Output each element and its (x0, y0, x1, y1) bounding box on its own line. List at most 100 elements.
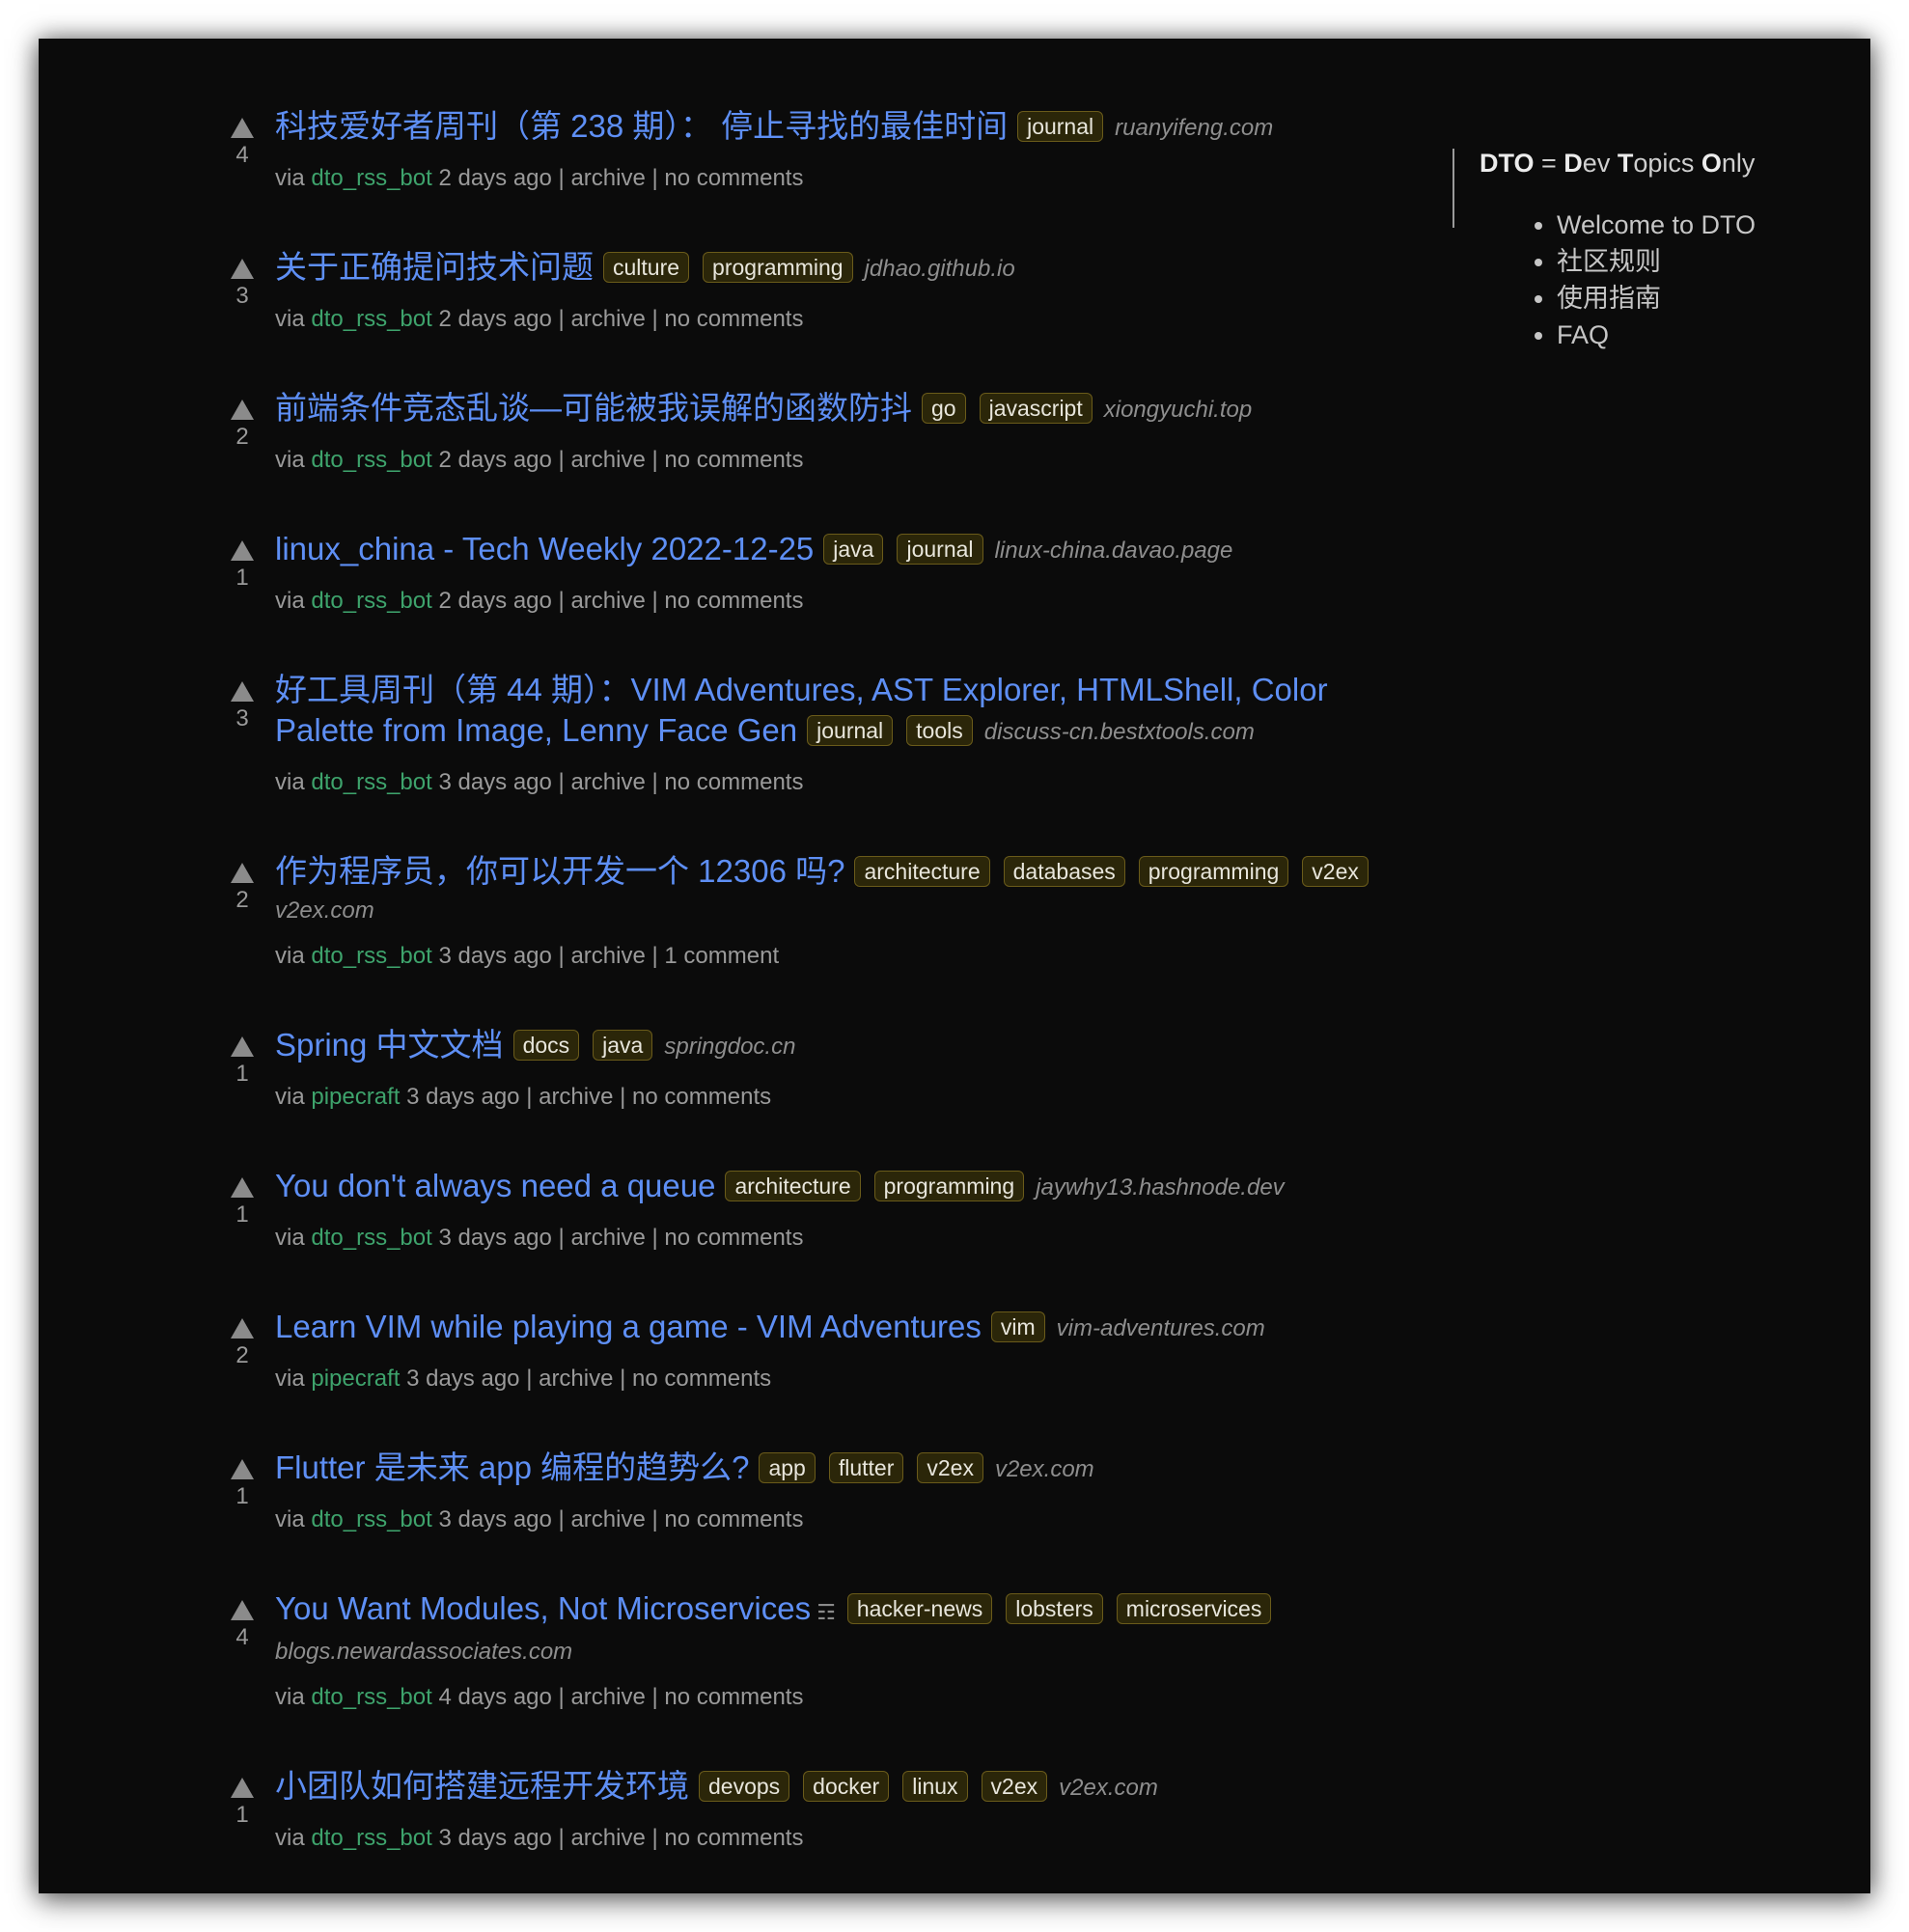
story-title-link[interactable]: 作为程序员，你可以开发一个 12306 吗? (275, 853, 844, 889)
story-tag[interactable]: docker (803, 1771, 890, 1802)
upvote-arrow-icon[interactable] (231, 118, 254, 138)
story-tag[interactable]: javascript (979, 393, 1093, 424)
story-domain[interactable]: v2ex.com (1059, 1775, 1158, 1801)
story-submitter-link[interactable]: pipecraft (311, 1366, 400, 1392)
story-domain[interactable]: linux-china.davao.page (995, 538, 1233, 564)
story-tag[interactable]: v2ex (917, 1452, 983, 1483)
story-domain[interactable]: discuss-cn.bestxtools.com (984, 719, 1255, 745)
story-tag[interactable]: app (759, 1452, 816, 1483)
comments-link[interactable]: no comments (664, 1684, 803, 1710)
story-domain[interactable]: ruanyifeng.com (1115, 115, 1273, 141)
story-tag[interactable]: culture (603, 252, 690, 283)
archive-link[interactable]: archive (570, 1506, 645, 1532)
story-domain[interactable]: vim-adventures.com (1057, 1315, 1265, 1341)
comments-link[interactable]: no comments (664, 1506, 803, 1532)
story-tag[interactable]: journal (807, 715, 894, 746)
story-submitter-link[interactable]: dto_rss_bot (311, 1225, 431, 1251)
upvote-arrow-icon[interactable] (231, 540, 254, 561)
story-tag[interactable]: microservices (1116, 1593, 1272, 1624)
story-submitter-link[interactable]: pipecraft (311, 1084, 400, 1110)
story-submitter-link[interactable]: dto_rss_bot (311, 1506, 431, 1532)
story-submitter-link[interactable]: dto_rss_bot (311, 769, 431, 795)
story-title-link[interactable]: 小团队如何搭建远程开发环境 (275, 1768, 689, 1804)
archive-link[interactable]: archive (570, 943, 645, 969)
story-tag[interactable]: go (922, 393, 966, 424)
story-domain[interactable]: v2ex.com (275, 896, 1425, 926)
sidebar-link-welcome[interactable]: Welcome to DTO (1557, 207, 1858, 243)
story-title-link[interactable]: 关于正确提问技术问题 (275, 249, 594, 285)
comments-link[interactable]: no comments (664, 306, 803, 332)
story-domain[interactable]: jaywhy13.hashnode.dev (1036, 1174, 1285, 1201)
upvote-arrow-icon[interactable] (231, 1318, 254, 1339)
archive-link[interactable]: archive (570, 447, 645, 473)
archive-link[interactable]: archive (570, 588, 645, 614)
upvote-arrow-icon[interactable] (231, 1778, 254, 1798)
sidebar-link-guide[interactable]: 使用指南 (1557, 280, 1858, 317)
story-title-link[interactable]: 科技爱好者周刊（第 238 期）： 停止寻找的最佳时间 (275, 108, 1008, 144)
archive-link[interactable]: archive (570, 306, 645, 332)
story-tag[interactable]: vim (990, 1311, 1045, 1342)
comments-link[interactable]: no comments (664, 588, 803, 614)
archive-link[interactable]: archive (570, 769, 645, 795)
archive-link[interactable]: archive (570, 165, 645, 191)
story-tag[interactable]: devops (699, 1771, 790, 1802)
story-submitter-link[interactable]: dto_rss_bot (311, 165, 431, 191)
story-tag[interactable]: databases (1003, 856, 1125, 887)
story-tag[interactable]: programming (1138, 856, 1289, 887)
story-submitter-link[interactable]: dto_rss_bot (311, 306, 431, 332)
comments-link[interactable]: 1 comment (664, 943, 779, 969)
story-tag[interactable]: hacker-news (846, 1593, 993, 1624)
comments-link[interactable]: no comments (664, 769, 803, 795)
story-submitter-link[interactable]: dto_rss_bot (311, 1684, 431, 1710)
story-title-link[interactable]: You Want Modules, Not Microservices (275, 1590, 811, 1626)
comments-link[interactable]: no comments (664, 1825, 803, 1851)
upvote-arrow-icon[interactable] (231, 1600, 254, 1620)
story-domain[interactable]: v2ex.com (995, 1456, 1094, 1482)
story-tag[interactable]: programming (703, 252, 853, 283)
upvote-arrow-icon[interactable] (231, 400, 254, 420)
upvote-arrow-icon[interactable] (231, 863, 254, 883)
story-domain[interactable]: springdoc.cn (664, 1034, 795, 1060)
story-title-link[interactable]: You don't always need a queue (275, 1168, 715, 1203)
archive-link[interactable]: archive (539, 1084, 613, 1110)
upvote-arrow-icon[interactable] (231, 1036, 254, 1057)
story-tag[interactable]: journal (1017, 111, 1104, 142)
story-title-link[interactable]: Learn VIM while playing a game - VIM Adv… (275, 1309, 982, 1344)
story-submitter-link[interactable]: dto_rss_bot (311, 447, 431, 473)
story-title-link[interactable]: Flutter 是未来 app 编程的趋势么? (275, 1449, 749, 1485)
archive-link[interactable]: archive (570, 1225, 645, 1251)
archive-link[interactable]: archive (570, 1684, 645, 1710)
story-tag[interactable]: docs (512, 1030, 580, 1061)
story-title-link[interactable]: Spring 中文文档 (275, 1027, 504, 1063)
comments-link[interactable]: no comments (664, 165, 803, 191)
story-tag[interactable]: flutter (828, 1452, 904, 1483)
story-tag[interactable]: architecture (854, 856, 990, 887)
story-tag[interactable]: tools (906, 715, 973, 746)
story-tag[interactable]: java (823, 534, 884, 565)
sidebar-link-rules[interactable]: 社区规则 (1557, 243, 1858, 280)
story-title-link[interactable]: linux_china - Tech Weekly 2022-12-25 (275, 531, 814, 566)
archive-link[interactable]: archive (539, 1366, 613, 1392)
comments-link[interactable]: no comments (664, 1225, 803, 1251)
story-tag[interactable]: lobsters (1006, 1593, 1103, 1624)
story-tag[interactable]: v2ex (1302, 856, 1369, 887)
story-tag[interactable]: v2ex (981, 1771, 1048, 1802)
story-tag[interactable]: java (593, 1030, 653, 1061)
comments-link[interactable]: no comments (664, 447, 803, 473)
story-domain[interactable]: xiongyuchi.top (1104, 397, 1252, 423)
story-submitter-link[interactable]: dto_rss_bot (311, 1825, 431, 1851)
story-submitter-link[interactable]: dto_rss_bot (311, 588, 431, 614)
upvote-arrow-icon[interactable] (231, 1177, 254, 1198)
comments-link[interactable]: no comments (632, 1366, 771, 1392)
upvote-arrow-icon[interactable] (231, 259, 254, 279)
story-tag[interactable]: architecture (725, 1171, 861, 1201)
story-title-link[interactable]: 前端条件竞态乱谈—可能被我误解的函数防抖 (275, 390, 912, 426)
story-tag[interactable]: programming (873, 1171, 1025, 1201)
sidebar-link-faq[interactable]: FAQ (1557, 317, 1858, 353)
story-submitter-link[interactable]: dto_rss_bot (311, 943, 431, 969)
comments-link[interactable]: no comments (632, 1084, 771, 1110)
story-tag[interactable]: linux (902, 1771, 968, 1802)
story-domain[interactable]: blogs.newardassociates.com (275, 1637, 1425, 1668)
story-domain[interactable]: jdhao.github.io (865, 256, 1015, 282)
archive-link[interactable]: archive (570, 1825, 645, 1851)
